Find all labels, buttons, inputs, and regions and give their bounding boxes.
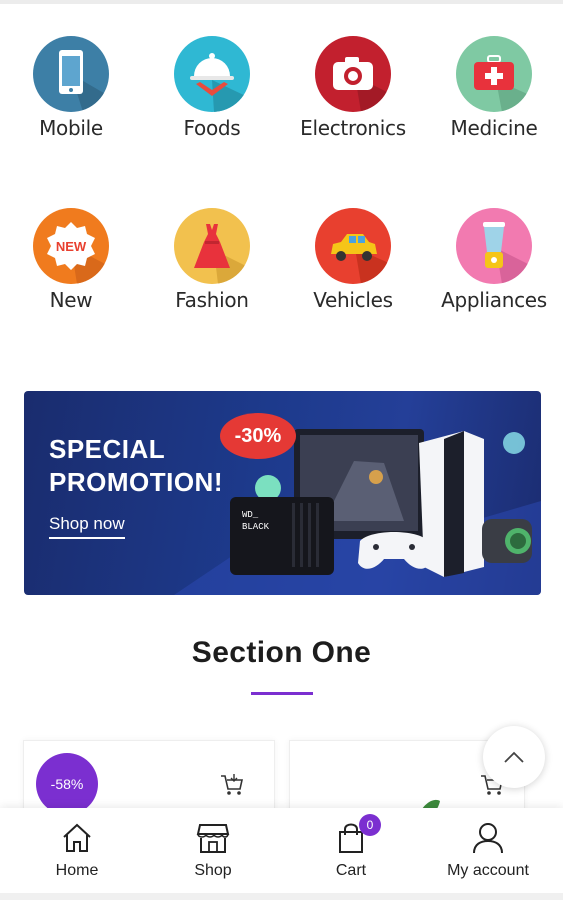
category-label: Medicine — [450, 116, 538, 140]
category-appliances[interactable]: Appliances — [434, 208, 554, 312]
category-fashion[interactable]: Fashion — [152, 208, 272, 312]
nav-shop[interactable]: Shop — [148, 820, 278, 880]
discount-badge: -58% — [36, 753, 98, 815]
chevron-up-icon — [504, 751, 524, 763]
nav-home[interactable]: Home — [12, 820, 142, 880]
bottom-navigation: Home Shop 0 Cart My account — [0, 808, 563, 893]
product-text-1: WD_ — [242, 510, 259, 520]
category-mobile[interactable]: Mobile — [11, 36, 131, 140]
promotion-banner[interactable]: WD_ BLACK SPECIAL PROMOTION! Shop now -3… — [24, 391, 541, 595]
nav-my-account[interactable]: My account — [423, 820, 553, 880]
discount-badge: -30% — [220, 413, 296, 459]
category-foods[interactable]: Foods — [152, 36, 272, 140]
top-divider — [0, 0, 563, 4]
home-icon — [59, 820, 95, 856]
category-label: Appliances — [441, 288, 547, 312]
category-label: Mobile — [39, 116, 103, 140]
car-icon — [315, 208, 391, 284]
nav-cart-label: Cart — [335, 862, 367, 879]
nav-home-label: Home — [55, 862, 99, 879]
category-label: New — [49, 288, 93, 312]
nav-account-label: My account — [447, 862, 529, 879]
user-icon — [470, 820, 506, 856]
nav-cart[interactable]: 0 Cart — [286, 814, 416, 880]
product-text-2: BLACK — [242, 522, 270, 532]
category-label: Fashion — [175, 288, 249, 312]
category-label: Vehicles — [313, 288, 393, 312]
dress-icon — [174, 208, 250, 284]
first-aid-kit-icon — [456, 36, 532, 112]
food-cloche-icon — [174, 36, 250, 112]
camera-icon — [315, 36, 391, 112]
section-underline — [251, 692, 313, 695]
bottom-edge — [0, 893, 563, 900]
shopping-bag-icon: 0 — [333, 814, 381, 856]
category-row-1: Mobile Foods Electronics Medicine — [0, 36, 563, 146]
banner-title-line2: PROMOTION! — [49, 467, 223, 497]
banner-title: SPECIAL PROMOTION! — [49, 433, 223, 499]
svg-text:NEW: NEW — [56, 239, 87, 254]
category-medicine[interactable]: Medicine — [434, 36, 554, 140]
category-label: Foods — [183, 116, 241, 140]
add-to-cart-icon[interactable] — [218, 771, 246, 799]
category-electronics[interactable]: Electronics — [293, 36, 413, 140]
shop-now-link[interactable]: Shop now — [49, 514, 125, 539]
category-new[interactable]: NEW New — [11, 208, 131, 312]
shop-icon — [195, 820, 231, 856]
banner-title-line1: SPECIAL — [49, 434, 166, 464]
scroll-to-top-button[interactable] — [483, 726, 545, 788]
section-title: Section One — [191, 636, 372, 669]
category-vehicles[interactable]: Vehicles — [293, 208, 413, 312]
mobile-phone-icon — [33, 36, 109, 112]
category-label: Electronics — [300, 116, 406, 140]
blender-icon — [456, 208, 532, 284]
new-badge-icon: NEW — [33, 208, 109, 284]
category-row-2: NEW New Fashion Vehicles Appliances — [0, 208, 563, 318]
nav-shop-label: Shop — [194, 862, 232, 879]
cart-count-badge: 0 — [359, 814, 381, 836]
